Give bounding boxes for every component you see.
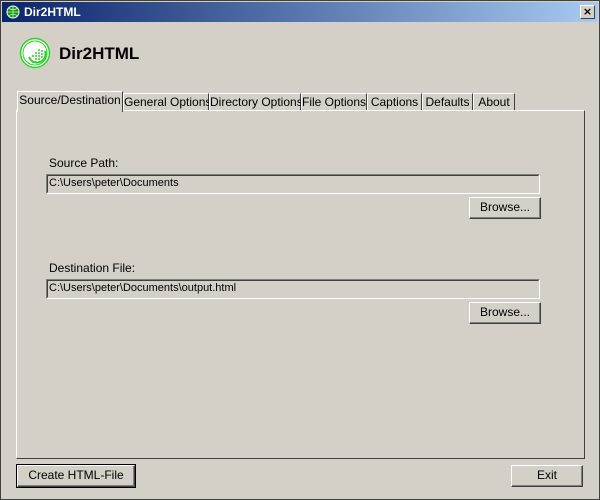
close-icon: × <box>582 5 593 18</box>
tab-about[interactable]: About <box>473 93 515 111</box>
source-path-label: Source Path: <box>49 156 119 170</box>
window-title: Dir2HTML <box>24 5 81 19</box>
destination-file-label: Destination File: <box>49 261 136 275</box>
tab-directory-options[interactable]: Directory Options <box>209 93 303 111</box>
app-window: Dir2HTML × Dir2HTML Source/Destination G… <box>0 0 600 500</box>
tab-defaults[interactable]: Defaults <box>422 93 473 111</box>
destination-file-input[interactable]: C:\Users\peter\Documents\output.html <box>46 279 540 299</box>
title-bar[interactable]: Dir2HTML × <box>2 2 598 22</box>
exit-button[interactable]: Exit <box>511 465 583 487</box>
tab-panel-source-destination: Source Path: C:\Users\peter\Documents Br… <box>16 110 585 459</box>
tab-file-options[interactable]: File Options <box>301 93 367 111</box>
logo-title: Dir2HTML <box>59 44 140 63</box>
source-path-input[interactable]: C:\Users\peter\Documents <box>46 174 540 194</box>
globe-app-icon <box>6 5 20 19</box>
close-button[interactable]: × <box>580 5 595 19</box>
tab-captions[interactable]: Captions <box>367 93 422 111</box>
tab-general-options[interactable]: General Options <box>123 93 211 111</box>
tab-source-destination[interactable]: Source/Destination <box>17 91 123 112</box>
source-browse-button[interactable]: Browse... <box>469 197 541 219</box>
create-html-file-button[interactable]: Create HTML-File <box>16 464 136 488</box>
globe-logo-icon <box>19 37 51 69</box>
destination-browse-button[interactable]: Browse... <box>469 302 541 324</box>
